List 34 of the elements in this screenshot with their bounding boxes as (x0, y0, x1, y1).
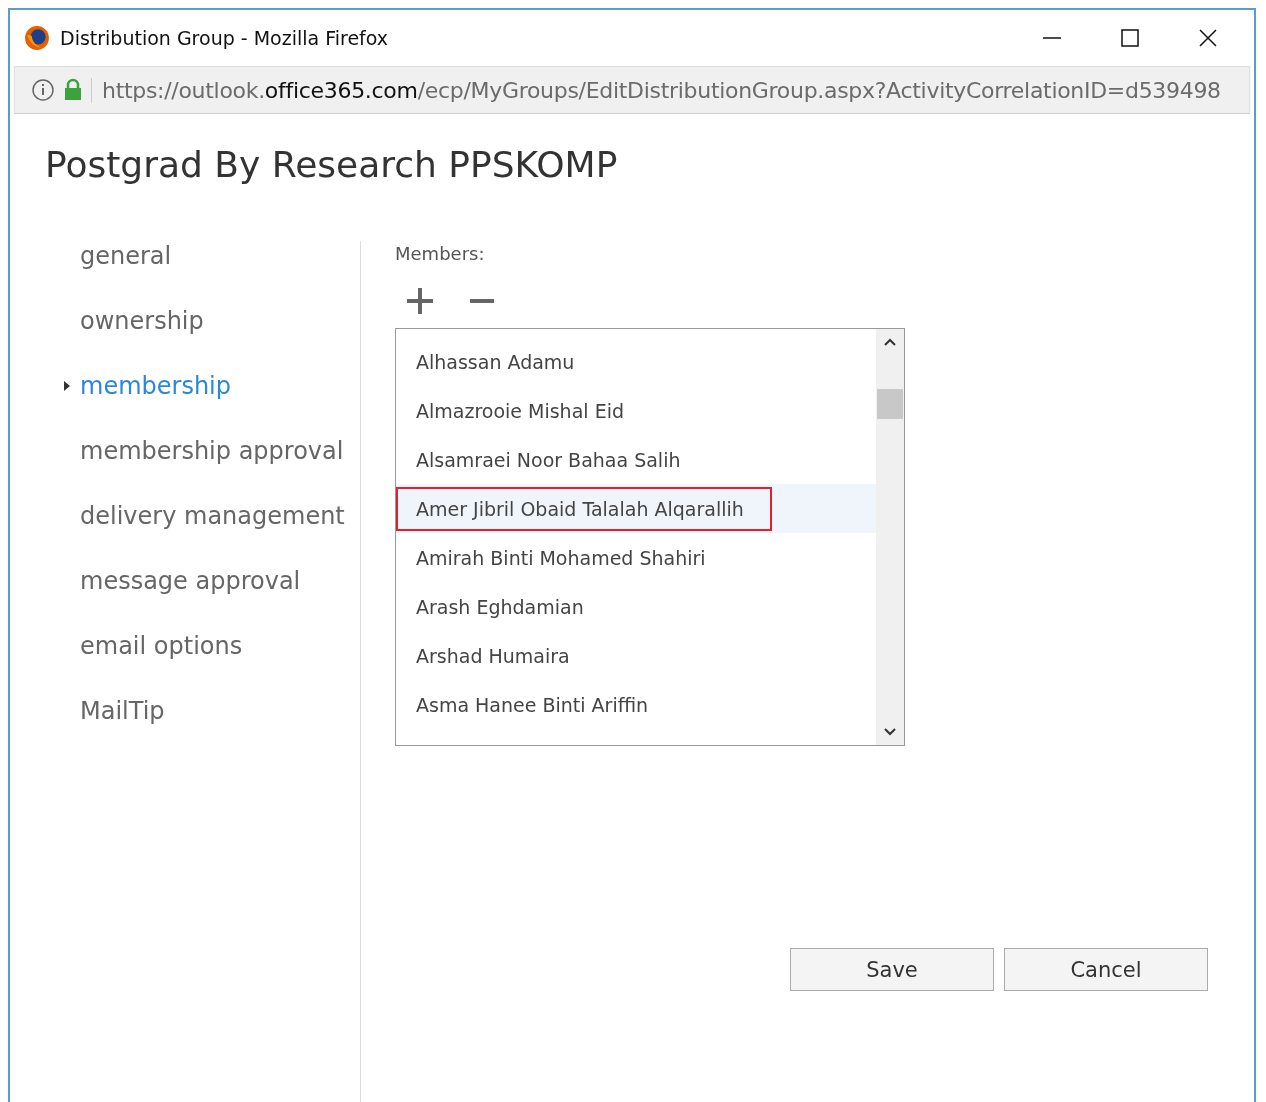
member-row[interactable]: Amirah Binti Mohamed Shahiri (396, 533, 876, 582)
sidebar-item[interactable]: email options (80, 632, 243, 660)
url-text[interactable]: https://outlook.office365.com/ecp/MyGroups/EditDistributionGroup.aspx?ActivityCorrelationID=d539498 (91, 77, 1221, 103)
member-row[interactable]: Alsamraei Noor Bahaa Salih (396, 435, 876, 484)
maximize-icon[interactable] (1120, 28, 1140, 48)
scrollbar[interactable] (876, 329, 904, 745)
sidebar-item[interactable]: membership (80, 372, 231, 400)
members-label: Members: (395, 243, 486, 264)
scroll-up-icon[interactable] (883, 337, 897, 347)
page-title: Postgrad By Research PPSKOMP (45, 144, 619, 185)
window-title: Distribution Group - Mozilla Firefox (60, 27, 389, 49)
info-icon[interactable] (31, 78, 55, 102)
scroll-down-icon[interactable] (883, 727, 897, 737)
sidebar-item[interactable]: message approval (80, 567, 301, 595)
address-bar[interactable]: https://outlook.office365.com/ecp/MyGroups/EditDistributionGroup.aspx?ActivityCorrelationID=d539498 (14, 66, 1250, 114)
member-row[interactable]: Asma Hanee Binti Ariffin (396, 680, 876, 729)
browser-logo-icon (24, 25, 50, 51)
scrollbar-thumb[interactable] (877, 389, 903, 419)
caret-icon (64, 380, 70, 392)
sidebar-item[interactable]: general (80, 242, 172, 270)
sidebar-item[interactable]: ownership (80, 307, 204, 335)
sidebar-item[interactable]: MailTip (80, 697, 165, 725)
lock-icon (63, 78, 83, 102)
member-row[interactable]: Almazrooie Mishal Eid (396, 386, 876, 435)
add-icon[interactable] (405, 286, 435, 316)
member-row[interactable]: Amer Jibril Obaid Talalah Alqarallih (396, 484, 876, 533)
cancel-button[interactable]: Cancel (1004, 948, 1208, 991)
sidebar-item[interactable]: delivery management (80, 502, 345, 530)
save-button[interactable]: Save (790, 948, 994, 991)
close-icon[interactable] (1198, 28, 1218, 48)
member-row[interactable]: Alhassan Adamu (396, 337, 876, 386)
member-row[interactable]: Arshad Humaira (396, 631, 876, 680)
sidebar-item[interactable]: membership approval (80, 437, 344, 465)
member-row[interactable]: Arash Eghdamian (396, 582, 876, 631)
